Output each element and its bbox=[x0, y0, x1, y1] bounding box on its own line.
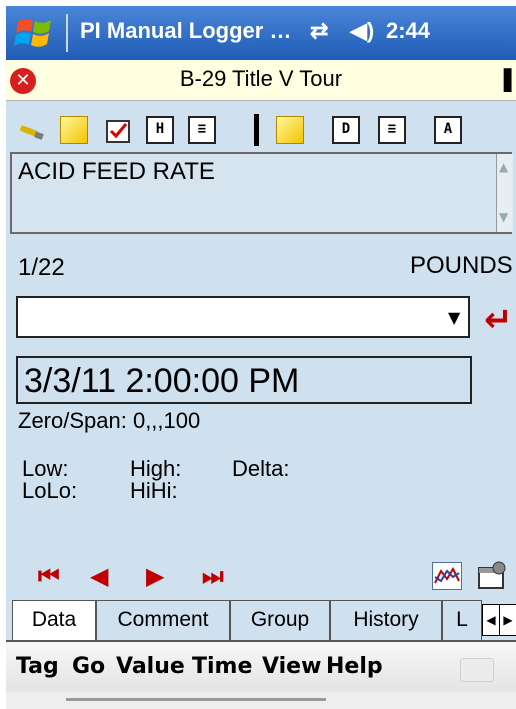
menu-go[interactable]: Go bbox=[72, 654, 105, 679]
tab-group[interactable]: Group bbox=[230, 600, 330, 640]
tour-name: B-29 Title V Tour bbox=[179, 66, 343, 91]
clock[interactable]: 2:44 bbox=[386, 18, 430, 44]
lolo-label: LoLo: bbox=[22, 478, 78, 503]
flashlight-icon[interactable] bbox=[18, 116, 46, 144]
tab-bar: Data Comment Group History L ◀ ▶ bbox=[6, 600, 516, 642]
tab-scroll-right-icon[interactable]: ▶ bbox=[499, 604, 516, 636]
note-icon[interactable] bbox=[60, 116, 88, 144]
history-doc-icon[interactable]: H bbox=[146, 116, 174, 144]
list-doc-icon[interactable]: ≡ bbox=[188, 116, 216, 144]
menu-tag[interactable]: Tag bbox=[16, 654, 59, 679]
keyboard-icon[interactable] bbox=[460, 658, 494, 682]
enter-icon[interactable]: ↵ bbox=[484, 300, 513, 340]
tag-name: ACID FEED RATE bbox=[18, 158, 215, 185]
tab-data[interactable]: Data bbox=[12, 600, 96, 642]
windows-start-icon[interactable] bbox=[14, 14, 54, 52]
note-icon-2[interactable] bbox=[276, 116, 304, 144]
delta-label: Delta: bbox=[232, 456, 290, 481]
device-screen: PI Manual Logger … ⇄ ◀) 2:44 ✕ B-29 Titl… bbox=[6, 6, 516, 709]
checklist-icon[interactable] bbox=[104, 116, 132, 144]
value-dropdown[interactable]: ▼ bbox=[16, 296, 470, 338]
toolbar: H ≡ D ≡ A bbox=[6, 106, 516, 150]
bottom-strip bbox=[6, 692, 516, 709]
bottom-divider bbox=[66, 698, 326, 701]
sync-icon[interactable]: ⇄ bbox=[310, 18, 328, 44]
tab-history[interactable]: History bbox=[330, 600, 442, 640]
hihi-label: HiHi: bbox=[130, 478, 178, 503]
text-doc-icon[interactable]: ≡ bbox=[378, 116, 406, 144]
data-doc-icon[interactable]: D bbox=[332, 116, 360, 144]
last-record-icon[interactable]: ⏭ bbox=[202, 562, 224, 590]
scroll-down-icon[interactable]: ▼ bbox=[499, 210, 508, 224]
title-separator bbox=[66, 14, 68, 52]
description-scrollbar[interactable]: ▲ ▼ bbox=[496, 154, 513, 232]
next-record-icon[interactable]: ▶ bbox=[146, 562, 164, 590]
exit-icon[interactable]: ▐ bbox=[496, 68, 511, 92]
trend-chart-icon[interactable] bbox=[432, 562, 462, 590]
tag-index: 1/22 bbox=[18, 254, 65, 281]
tag-units: POUNDS bbox=[410, 252, 513, 279]
menu-view[interactable]: View bbox=[262, 654, 321, 679]
app-title: PI Manual Logger … bbox=[80, 18, 292, 43]
menu-help[interactable]: Help bbox=[326, 654, 383, 679]
tab-comment[interactable]: Comment bbox=[96, 600, 230, 640]
zero-span: Zero/Span: 0,,,100 bbox=[18, 408, 201, 433]
scroll-up-icon[interactable]: ▲ bbox=[499, 160, 508, 174]
title-bar: PI Manual Logger … ⇄ ◀) 2:44 bbox=[6, 6, 516, 60]
timestamp-value: 3/3/11 2:00:00 PM bbox=[24, 362, 300, 400]
tour-bar: ✕ B-29 Title V Tour ▐ bbox=[6, 60, 516, 101]
volume-icon[interactable]: ◀) bbox=[350, 18, 374, 44]
properties-icon[interactable] bbox=[476, 560, 508, 590]
menu-value[interactable]: Value bbox=[116, 654, 185, 679]
tab-scroll-left-icon[interactable]: ◀ bbox=[482, 604, 500, 636]
toolbar-separator bbox=[254, 114, 259, 146]
first-record-icon[interactable]: ⏮ bbox=[38, 562, 60, 590]
menu-time[interactable]: Time bbox=[192, 654, 252, 679]
annotation-doc-icon[interactable]: A bbox=[434, 116, 462, 144]
menu-bar: Tag Go Value Time View Help bbox=[6, 642, 516, 692]
previous-record-icon[interactable]: ◀ bbox=[90, 562, 108, 590]
chevron-down-icon[interactable]: ▼ bbox=[448, 308, 460, 327]
tab-more[interactable]: L bbox=[442, 600, 482, 640]
